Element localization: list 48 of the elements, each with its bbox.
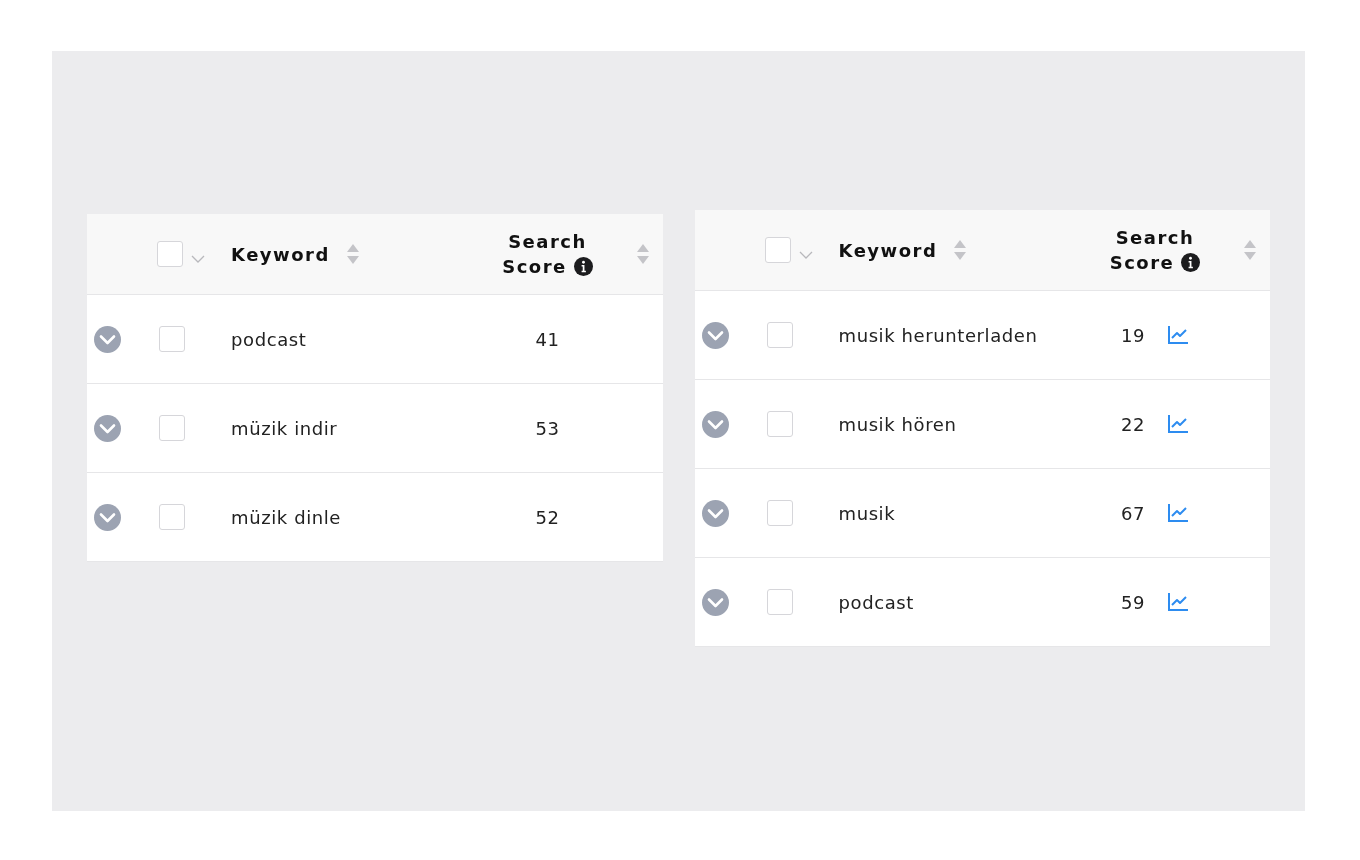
keyword-cell-text: musik herunterladen — [838, 324, 1039, 346]
score-cell: 19 — [1120, 324, 1146, 346]
checkbox[interactable] — [159, 504, 185, 530]
score-cell: 22 — [1120, 413, 1146, 435]
column-header[interactable]: Search — [508, 231, 587, 252]
column-header[interactable]: Score — [1109, 252, 1175, 273]
expand-icon[interactable] — [94, 325, 121, 353]
line-chart-icon[interactable] — [1167, 592, 1190, 612]
keyword-cell-text: podcast — [231, 328, 308, 350]
score-cell: 53 — [535, 417, 560, 439]
expand-icon[interactable] — [701, 321, 729, 349]
score-cell: 52 — [535, 506, 560, 528]
checkbox[interactable] — [157, 241, 183, 267]
score-cell: 41 — [535, 328, 560, 350]
line-chart-icon[interactable] — [1167, 503, 1190, 523]
checkbox[interactable] — [764, 237, 791, 263]
keyword-cell-text: musik — [838, 502, 897, 524]
checkbox[interactable] — [159, 326, 185, 352]
checkbox[interactable] — [766, 589, 793, 615]
sort-icon[interactable] — [635, 243, 650, 265]
score-cell: 67 — [1120, 502, 1146, 524]
column-header[interactable]: Keyword — [231, 243, 330, 265]
checkbox[interactable] — [766, 411, 793, 437]
expand-icon[interactable] — [94, 503, 121, 531]
checkbox[interactable] — [766, 322, 793, 348]
sort-icon[interactable] — [1243, 239, 1257, 261]
info-icon[interactable] — [1181, 253, 1201, 272]
score-cell: 59 — [1120, 591, 1146, 613]
expand-icon[interactable] — [701, 588, 729, 616]
info-icon[interactable] — [573, 257, 593, 276]
expand-icon[interactable] — [701, 499, 729, 527]
checkbox[interactable] — [159, 415, 185, 441]
column-header[interactable]: Search — [1115, 227, 1195, 248]
chevron-down-icon[interactable] — [798, 250, 813, 260]
column-header[interactable]: Score — [502, 256, 567, 277]
keyword-cell-text: musik hören — [838, 413, 958, 435]
keyword-cell-text: müzik dinle — [231, 506, 343, 528]
line-chart-icon[interactable] — [1167, 414, 1190, 434]
expand-icon[interactable] — [701, 410, 729, 438]
chevron-down-icon[interactable] — [191, 254, 205, 264]
keyword-cell-text: müzik indir — [231, 417, 339, 439]
checkbox[interactable] — [766, 500, 793, 526]
column-header[interactable]: Keyword — [838, 239, 938, 261]
line-chart-icon[interactable] — [1167, 325, 1190, 345]
sort-icon[interactable] — [345, 243, 360, 265]
keyword-cell-text: podcast — [838, 591, 915, 613]
sort-icon[interactable] — [953, 239, 968, 261]
expand-icon[interactable] — [94, 414, 121, 442]
